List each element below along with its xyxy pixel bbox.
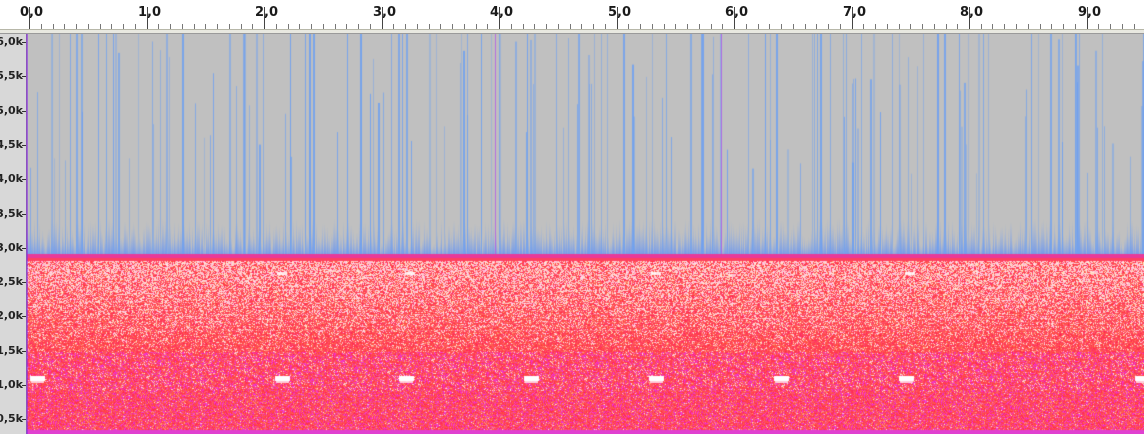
timeline-label: 7,0 [843, 5, 867, 20]
timeline-label: 3,0 [373, 5, 397, 20]
timeline-ruler[interactable]: 0,0 1,0 2,0 3,0 4,0 5,0 6,0 7,0 8,0 9,0 [0, 0, 1144, 34]
frequency-label: 3,0k [0, 240, 23, 254]
spectrogram-view: 0,0 1,0 2,0 3,0 4,0 5,0 6,0 7,0 8,0 9,0 6,0k 5,5k 5… [0, 0, 1144, 434]
frequency-label: 5,5k [0, 69, 23, 83]
frequency-label: 2,5k [0, 275, 23, 289]
timeline-label: 4,0 [490, 5, 514, 20]
frequency-label: 1,5k [0, 343, 23, 357]
frequency-label: 1,0k [0, 378, 23, 391]
frequency-label: 4,0k [0, 172, 23, 186]
timeline-label: 0,0 [20, 5, 44, 20]
timeline-label: 2,0 [255, 5, 279, 20]
timeline-label: 9,0 [1078, 5, 1102, 20]
frequency-label: 3,5k [0, 206, 23, 220]
frequency-label: 5,0k [0, 103, 23, 117]
timeline-label: 5,0 [608, 5, 632, 20]
frequency-label: 6,0k [0, 35, 23, 48]
timeline-label: 6,0 [725, 5, 749, 20]
frequency-axis[interactable]: 6,0k 5,5k 5,0k 4,5k 4,0k 3,5k 3,0k 2,5k 2,0k 1,5k… [0, 34, 27, 434]
spectrogram-canvas[interactable] [27, 34, 1144, 434]
playhead-line [26, 34, 28, 434]
timeline-label: 8,0 [960, 5, 984, 20]
frequency-label: 0,5k [0, 412, 23, 426]
timeline-label: 1,0 [138, 5, 162, 20]
frequency-label: 2,0k [0, 309, 23, 323]
frequency-label: 4,5k [0, 137, 23, 151]
